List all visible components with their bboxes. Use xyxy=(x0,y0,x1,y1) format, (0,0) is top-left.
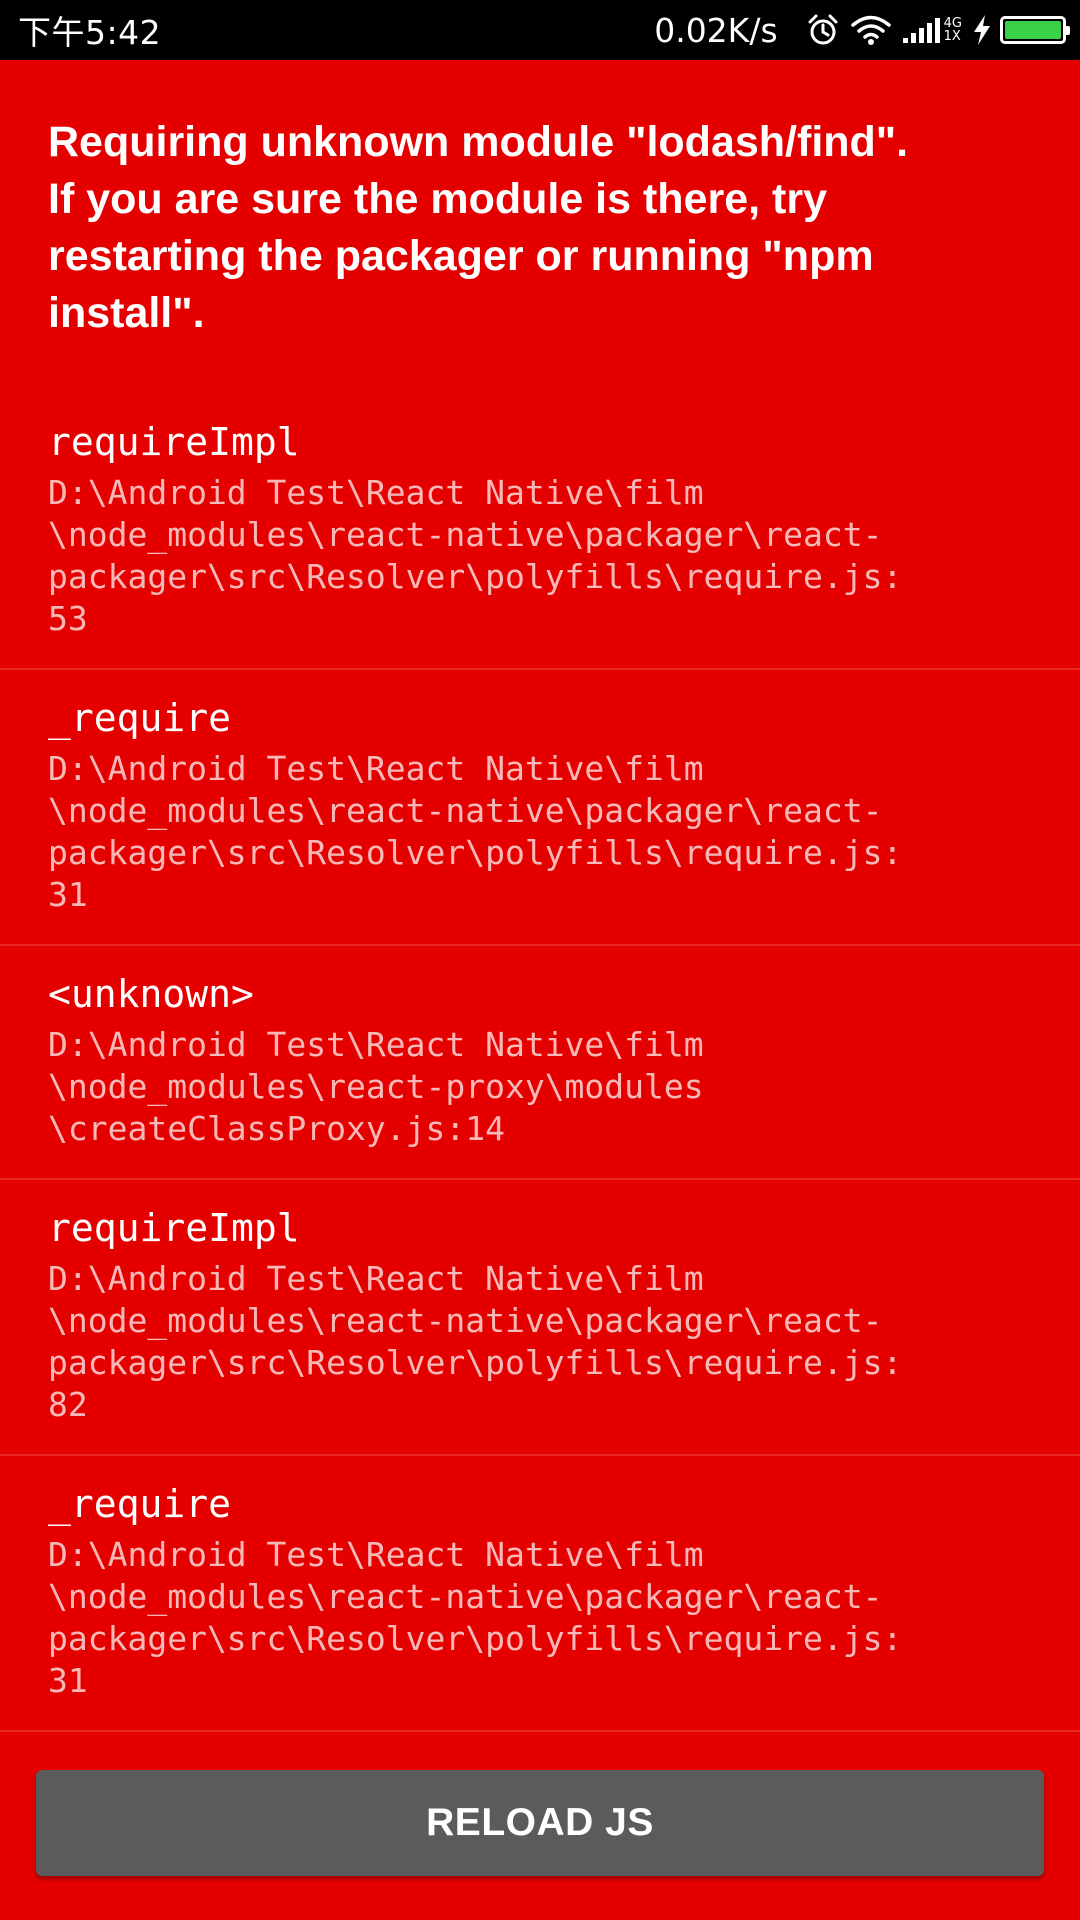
frame-method: requireImpl xyxy=(48,420,300,464)
frame-location: D:\Android Test\React Native\film \node_… xyxy=(48,1025,704,1148)
status-icons: 0.02K/s 4G 1X xyxy=(654,0,1070,60)
frame-location: D:\Android Test\React Native\film \node_… xyxy=(48,1535,903,1700)
battery-icon xyxy=(1000,16,1070,44)
charging-bolt-icon xyxy=(972,14,992,46)
error-message: Requiring unknown module "lodash/find". … xyxy=(48,118,909,337)
wifi-icon xyxy=(850,14,892,46)
frame-location: D:\Android Test\React Native\film \node_… xyxy=(48,473,903,638)
network-speed: 0.02K/s xyxy=(654,10,778,50)
battery-level xyxy=(1005,21,1061,39)
network-type-label: 4G 1X xyxy=(943,16,962,44)
status-bar: 下午5:42 0.02K/s 4G 1X xyxy=(0,0,1080,60)
redbox-error-screen: Requiring unknown module "lodash/find". … xyxy=(0,60,1080,1920)
frame-method: _require xyxy=(48,1482,232,1526)
stack-frame[interactable]: requireImpl D:\Android Test\React Native… xyxy=(0,420,1080,670)
signal-icon: 4G 1X xyxy=(902,16,962,44)
stack-trace-list[interactable]: requireImpl D:\Android Test\React Native… xyxy=(0,420,1080,1770)
frame-method: requireImpl xyxy=(48,1206,300,1250)
alarm-icon xyxy=(806,13,840,47)
frame-location: D:\Android Test\React Native\film \node_… xyxy=(48,1259,903,1424)
stack-frame[interactable]: _require D:\Android Test\React Native\fi… xyxy=(0,670,1080,946)
stack-frame[interactable]: requireImpl D:\Android Test\React Native… xyxy=(0,1180,1080,1456)
reload-js-button[interactable]: RELOAD JS xyxy=(36,1770,1044,1876)
stack-frame[interactable]: _require D:\Android Test\React Native\fi… xyxy=(0,1456,1080,1732)
status-time: 下午5:42 xyxy=(18,13,162,52)
frame-method: _require xyxy=(48,696,232,740)
frame-location: D:\Android Test\React Native\film \node_… xyxy=(48,749,903,914)
stack-frame[interactable]: <unknown> D:\Android Test\React Native\f… xyxy=(0,946,1080,1180)
frame-method: <unknown> xyxy=(48,972,254,1016)
